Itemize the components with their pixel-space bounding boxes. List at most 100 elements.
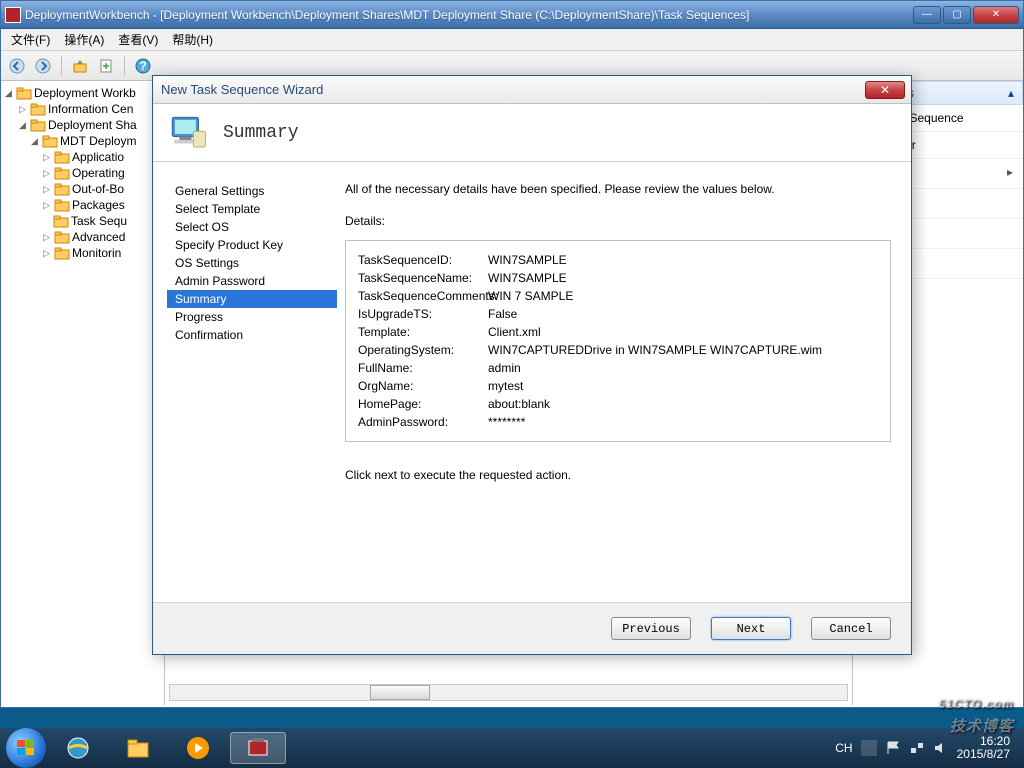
watermark: 51CTO.com 技术博客 [939,684,1014,736]
wizard-banner: Summary [153,104,911,162]
tree-oob[interactable]: Out-of-Bo [72,182,124,196]
tray-icon[interactable] [861,740,877,756]
up-button[interactable] [70,56,90,76]
menu-action[interactable]: 操作(A) [58,29,110,50]
network-icon[interactable] [909,740,925,756]
detail-row: HomePage:about:blank [358,395,878,413]
task-workbench[interactable] [230,732,286,764]
menu-help[interactable]: 帮助(H) [166,29,219,50]
step-ossettings[interactable]: OS Settings [167,254,337,272]
step-general[interactable]: General Settings [167,182,337,200]
wizard-title: New Task Sequence Wizard [159,82,865,97]
tree-pkg[interactable]: Packages [72,198,125,212]
minimize-button[interactable]: — [913,6,941,24]
taskbar: CH 16:20 2015/8/27 [0,728,1024,768]
step-confirm[interactable]: Confirmation [167,326,337,344]
task-explorer[interactable] [110,732,166,764]
horizontal-scrollbar[interactable] [169,684,848,701]
svg-text:?: ? [139,59,146,73]
step-summary[interactable]: Summary [167,290,337,308]
titlebar[interactable]: DeploymentWorkbench - [Deployment Workbe… [1,1,1023,29]
previous-button[interactable]: Previous [611,617,691,640]
detail-row: OperatingSystem:WIN7CAPTUREDDrive in WIN… [358,341,878,359]
detail-key: IsUpgradeTS: [358,307,488,321]
tree-info[interactable]: Information Cen [48,102,133,116]
menubar: 文件(F) 操作(A) 查看(V) 帮助(H) [1,29,1023,51]
task-media[interactable] [170,732,226,764]
detail-row: FullName:admin [358,359,878,377]
wizard-close-button[interactable]: ✕ [865,81,905,99]
detail-value: False [488,307,517,321]
app-icon [5,7,21,23]
detail-key: OperatingSystem: [358,343,488,357]
tree-adv[interactable]: Advanced [72,230,125,244]
detail-key: OrgName: [358,379,488,393]
detail-value: WIN7SAMPLE [488,253,567,267]
back-button[interactable] [7,56,27,76]
detail-value: about:blank [488,397,550,411]
detail-key: AdminPassword: [358,415,488,429]
flag-icon[interactable] [885,740,901,756]
wizard-note: Click next to execute the requested acti… [345,468,891,482]
next-button[interactable]: Next [711,617,791,640]
maximize-button[interactable]: ▢ [943,6,971,24]
chevron-right-icon: ▸ [1007,165,1013,179]
detail-row: TaskSequenceName:WIN7SAMPLE [358,269,878,287]
detail-value: ******** [488,415,525,429]
start-button[interactable] [6,728,46,768]
menu-file[interactable]: 文件(F) [5,29,56,50]
chevron-up-icon: ▴ [1008,86,1014,100]
tree-mdt[interactable]: MDT Deploym [60,134,136,148]
detail-value: Client.xml [488,325,541,339]
detail-row: AdminPassword:******** [358,413,878,431]
detail-value: WIN 7 SAMPLE [488,289,573,303]
detail-row: TaskSequenceComments:WIN 7 SAMPLE [358,287,878,305]
step-key[interactable]: Specify Product Key [167,236,337,254]
step-progress[interactable]: Progress [167,308,337,326]
clock-date[interactable]: 2015/8/27 [957,748,1010,761]
tree-os[interactable]: Operating [72,166,125,180]
tree-shares[interactable]: Deployment Sha [48,118,137,132]
detail-key: TaskSequenceName: [358,271,488,285]
forward-button[interactable] [33,56,53,76]
wizard-instruction: All of the necessary details have been s… [345,182,891,196]
detail-value: WIN7CAPTUREDDrive in WIN7SAMPLE WIN7CAPT… [488,343,822,357]
detail-row: TaskSequenceID:WIN7SAMPLE [358,251,878,269]
details-box: TaskSequenceID:WIN7SAMPLETaskSequenceNam… [345,240,891,442]
detail-value: mytest [488,379,523,393]
wizard-steps: General Settings Select Template Select … [153,162,337,602]
step-os[interactable]: Select OS [167,218,337,236]
wizard-footer: Previous Next Cancel [153,602,911,654]
menu-view[interactable]: 查看(V) [112,29,164,50]
detail-row: OrgName:mytest [358,377,878,395]
wizard-step-title: Summary [223,123,299,143]
task-ie[interactable] [50,732,106,764]
computer-icon [167,112,209,154]
detail-key: TaskSequenceID: [358,253,488,267]
window-title: DeploymentWorkbench - [Deployment Workbe… [25,8,913,22]
detail-row: IsUpgradeTS:False [358,305,878,323]
tree-root[interactable]: Deployment Workb [34,86,136,100]
detail-key: FullName: [358,361,488,375]
wizard-dialog: New Task Sequence Wizard ✕ Summary Gener… [152,75,912,655]
details-label: Details: [345,214,891,228]
close-button[interactable]: ✕ [973,6,1019,24]
tree-apps[interactable]: Applicatio [72,150,124,164]
wizard-titlebar[interactable]: New Task Sequence Wizard ✕ [153,76,911,104]
detail-key: Template: [358,325,488,339]
cancel-button[interactable]: Cancel [811,617,891,640]
system-tray[interactable]: CH 16:20 2015/8/27 [835,735,1018,761]
volume-icon[interactable] [933,740,949,756]
detail-key: TaskSequenceComments: [358,289,488,303]
step-admin[interactable]: Admin Password [167,272,337,290]
ime-indicator[interactable]: CH [835,741,852,755]
tree-ts[interactable]: Task Sequ [71,214,127,228]
tree-mon[interactable]: Monitorin [72,246,121,260]
detail-value: WIN7SAMPLE [488,271,567,285]
wizard-content: All of the necessary details have been s… [337,162,911,602]
detail-row: Template:Client.xml [358,323,878,341]
step-template[interactable]: Select Template [167,200,337,218]
tree-panel[interactable]: ◢Deployment Workb ▷Information Cen ◢Depl… [1,81,165,705]
help-icon[interactable]: ? [133,56,153,76]
export-button[interactable] [96,56,116,76]
